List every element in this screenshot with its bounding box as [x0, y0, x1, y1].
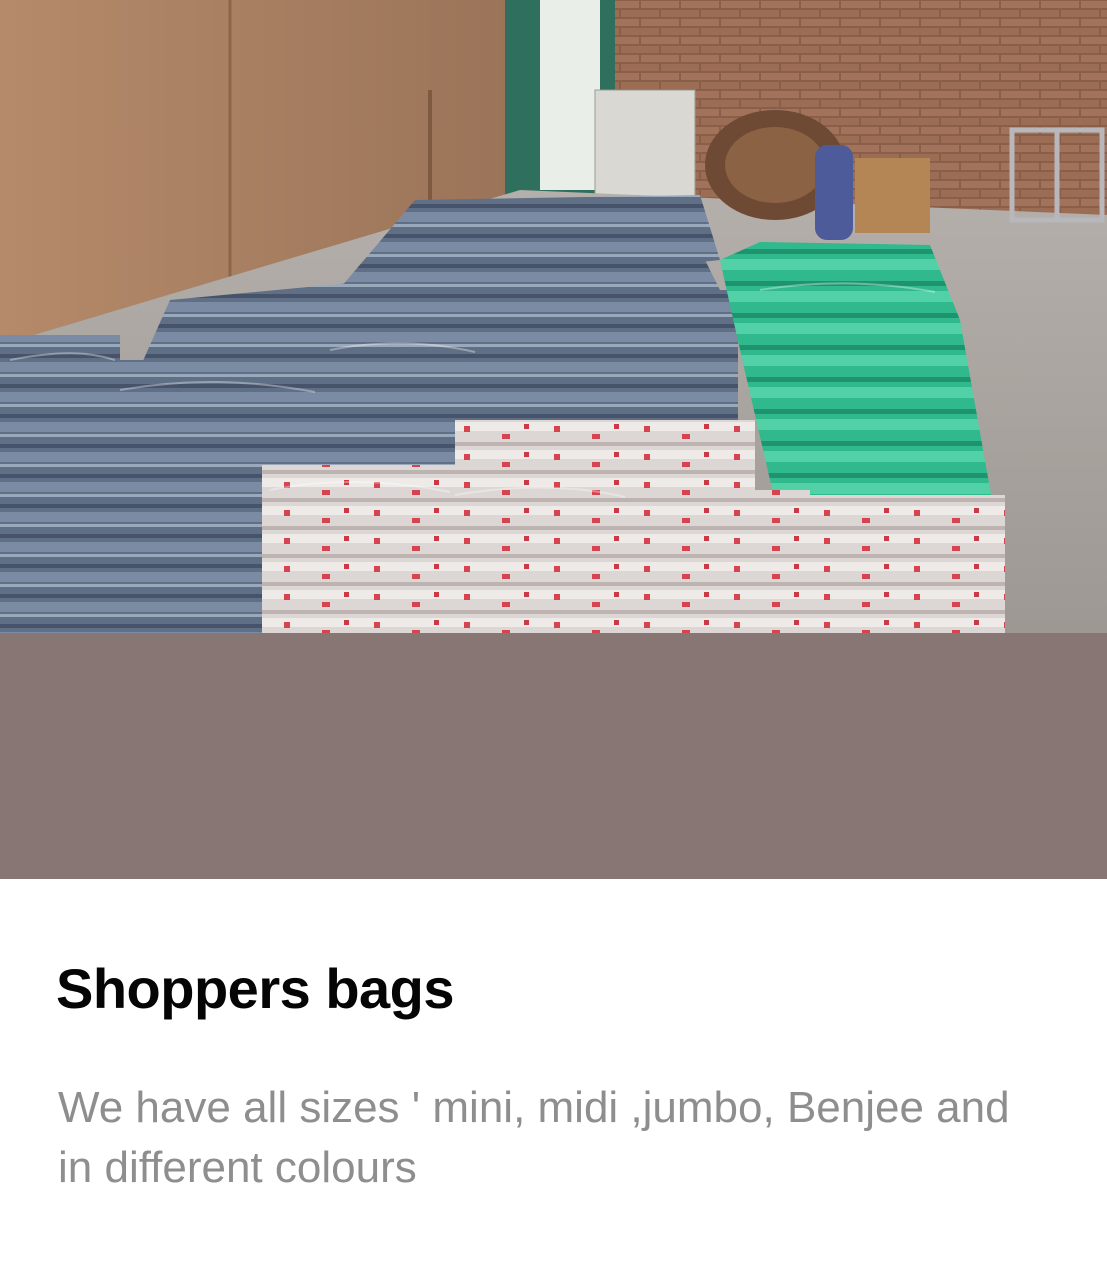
product-media[interactable]	[0, 0, 1107, 879]
card-description: We have all sizes ' mini, midi ,jumbo, B…	[58, 1083, 1010, 1192]
product-card[interactable]: Shoppers bags We have all sizes ' mini, …	[0, 0, 1107, 1272]
card-title: Shoppers bags	[56, 957, 455, 1020]
product-photo	[0, 0, 1107, 633]
